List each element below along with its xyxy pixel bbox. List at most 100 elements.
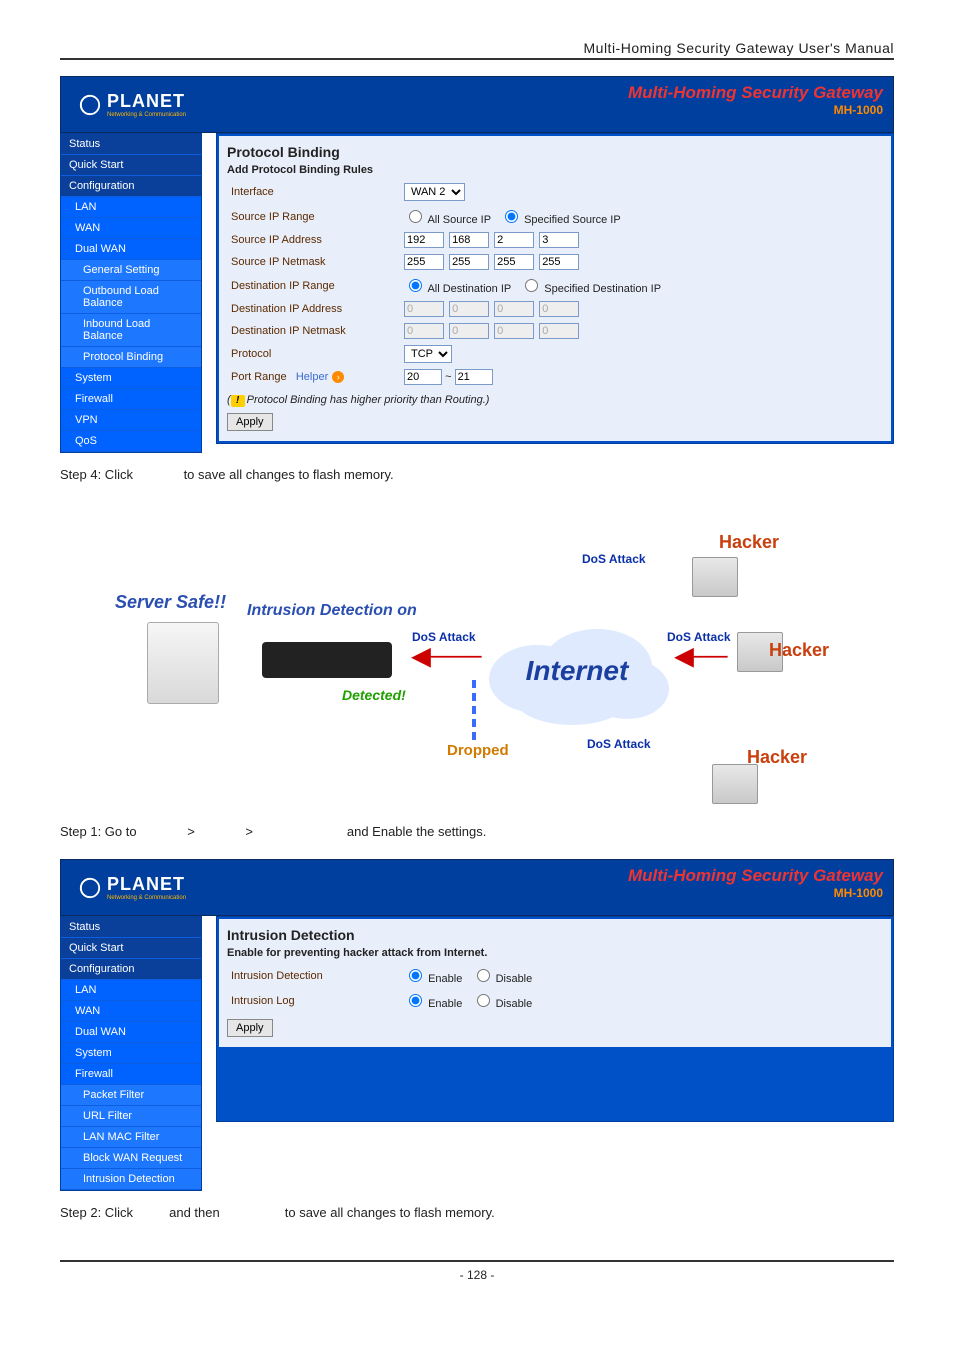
src-addr-2[interactable] — [449, 232, 489, 248]
sidebar-item[interactable]: QoS — [61, 431, 201, 452]
protocol-binding-panel: Protocol Binding Add Protocol Binding Ru… — [219, 136, 891, 441]
src-mask-4[interactable] — [539, 254, 579, 270]
sidebar-item[interactable]: LAN MAC Filter — [61, 1127, 201, 1148]
sidebar-item[interactable]: VPN — [61, 410, 201, 431]
dst-addr-1 — [404, 301, 444, 317]
dst-range-all[interactable]: All Destination IP — [404, 283, 511, 295]
src-addr-1[interactable] — [404, 232, 444, 248]
sidebar-item[interactable]: Status — [61, 134, 201, 155]
dst-addr-3 — [494, 301, 534, 317]
sidebar-item[interactable]: General Setting — [61, 260, 201, 281]
warning-icon: ! — [231, 395, 245, 407]
arrow-left-red-2: ◀── — [675, 642, 727, 671]
server-tower-icon — [147, 622, 219, 704]
dst-mask-label: Destination IP Netmask — [227, 320, 400, 342]
protocol-label: Protocol — [227, 342, 400, 366]
sidebar-item[interactable]: Configuration — [61, 959, 201, 980]
dropped-label: Dropped — [447, 742, 509, 759]
src-mask-1[interactable] — [404, 254, 444, 270]
arrow-left-red-1: ◀─── — [412, 642, 481, 671]
sidebar-item[interactable]: Configuration — [61, 176, 201, 197]
hacker-label-1: Hacker — [719, 532, 779, 553]
sidebar-item[interactable]: LAN — [61, 197, 201, 218]
dst-mask-3 — [494, 323, 534, 339]
hacker-label-2: Hacker — [769, 640, 829, 661]
doc-header: Multi-Homing Security Gateway User's Man… — [584, 40, 895, 56]
sidebar-item[interactable]: Quick Start — [61, 155, 201, 176]
page-number: - 128 - — [60, 1260, 894, 1282]
intrusion-detection-label: Intrusion Detection — [227, 963, 400, 988]
step4-a: Step 4: Click — [60, 467, 137, 482]
brand-logo-2: PLANET Networking & Communication — [61, 874, 186, 901]
step1-gt-1: > — [187, 824, 195, 839]
dst-range-spec[interactable]: Specified Destination IP — [520, 283, 661, 295]
id-enable-radio[interactable]: Enable — [404, 973, 462, 985]
sidebar-item[interactable]: Dual WAN — [61, 239, 201, 260]
brand-subtitle-2: Networking & Communication — [107, 895, 186, 901]
src-mask-2[interactable] — [449, 254, 489, 270]
sidebar-item[interactable]: WAN — [61, 1001, 201, 1022]
sidebar-item[interactable]: Protocol Binding — [61, 347, 201, 368]
panel2-subhead: Enable for preventing hacker attack from… — [227, 947, 883, 959]
src-range-all[interactable]: All Source IP — [404, 214, 491, 226]
interface-select[interactable]: WAN 2 — [404, 183, 465, 201]
sidebar-item[interactable]: Packet Filter — [61, 1085, 201, 1106]
step2-mid: and then — [169, 1205, 223, 1220]
dst-mask-2 — [449, 323, 489, 339]
step1-a: Step 1: Go to — [60, 824, 140, 839]
brand-name-2: PLANET — [107, 874, 186, 895]
helper-icon: › — [332, 371, 344, 383]
panel-title: Protocol Binding — [227, 144, 883, 160]
intrusion-detection-panel: Intrusion Detection Enable for preventin… — [219, 919, 891, 1047]
apply-button-2[interactable]: Apply — [227, 1019, 273, 1037]
brand-subtitle: Networking & Communication — [107, 112, 186, 118]
il-disable-radio[interactable]: Disable — [472, 998, 533, 1010]
panel2-title: Intrusion Detection — [227, 927, 883, 943]
router-icon — [262, 642, 392, 678]
dos-attack-label-1: DoS Attack — [412, 630, 476, 644]
port-sep: ~ — [445, 371, 451, 383]
port-from[interactable] — [404, 369, 442, 385]
sidebar-item[interactable]: System — [61, 368, 201, 389]
dst-addr-2 — [449, 301, 489, 317]
brand-logo: PLANET Networking & Communication — [61, 91, 186, 118]
port-to[interactable] — [455, 369, 493, 385]
intrusion-on-label: Intrusion Detection on — [247, 602, 417, 620]
port-helper-link[interactable]: Helper› — [296, 371, 344, 383]
src-addr-4[interactable] — [539, 232, 579, 248]
dst-addr-label: Destination IP Address — [227, 298, 400, 320]
banner-model-2: MH-1000 — [628, 886, 883, 900]
src-range-spec[interactable]: Specified Source IP — [500, 214, 621, 226]
src-mask-3[interactable] — [494, 254, 534, 270]
sidebar-item[interactable]: System — [61, 1043, 201, 1064]
src-range-label: Source IP Range — [227, 204, 400, 229]
banner-model: MH-1000 — [628, 103, 883, 117]
il-enable-radio[interactable]: Enable — [404, 998, 462, 1010]
sidebar-item[interactable]: Outbound Load Balance — [61, 281, 201, 314]
id-disable-radio[interactable]: Disable — [472, 973, 533, 985]
sidebar-nav-1: StatusQuick StartConfigurationLANWANDual… — [60, 133, 202, 453]
sidebar-item[interactable]: Block WAN Request — [61, 1148, 201, 1169]
sidebar-item[interactable]: Dual WAN — [61, 1022, 201, 1043]
sidebar-item[interactable]: Quick Start — [61, 938, 201, 959]
src-addr-3[interactable] — [494, 232, 534, 248]
sidebar-item[interactable]: Firewall — [61, 1064, 201, 1085]
sidebar-item[interactable]: Inbound Load Balance — [61, 314, 201, 347]
banner-title-2: Multi-Homing Security Gateway — [628, 866, 883, 886]
sidebar-item[interactable]: LAN — [61, 980, 201, 1001]
banner-title: Multi-Homing Security Gateway — [628, 83, 883, 103]
detected-label: Detected! — [342, 687, 406, 703]
step1-b: and Enable the settings. — [347, 824, 487, 839]
sidebar-item[interactable]: WAN — [61, 218, 201, 239]
intrusion-diagram: Server Safe!! Intrusion Detection on Det… — [60, 502, 894, 802]
step4-b: to save all changes to flash memory. — [184, 467, 394, 482]
sidebar-item[interactable]: Intrusion Detection — [61, 1169, 201, 1190]
protocol-select[interactable]: TCP — [404, 345, 452, 363]
apply-button[interactable]: Apply — [227, 413, 273, 431]
sidebar-item[interactable]: Firewall — [61, 389, 201, 410]
step2-a: Step 2: Click — [60, 1205, 137, 1220]
dst-mask-1 — [404, 323, 444, 339]
sidebar-item[interactable]: URL Filter — [61, 1106, 201, 1127]
sidebar-item[interactable]: Status — [61, 917, 201, 938]
dst-range-label: Destination IP Range — [227, 273, 400, 298]
